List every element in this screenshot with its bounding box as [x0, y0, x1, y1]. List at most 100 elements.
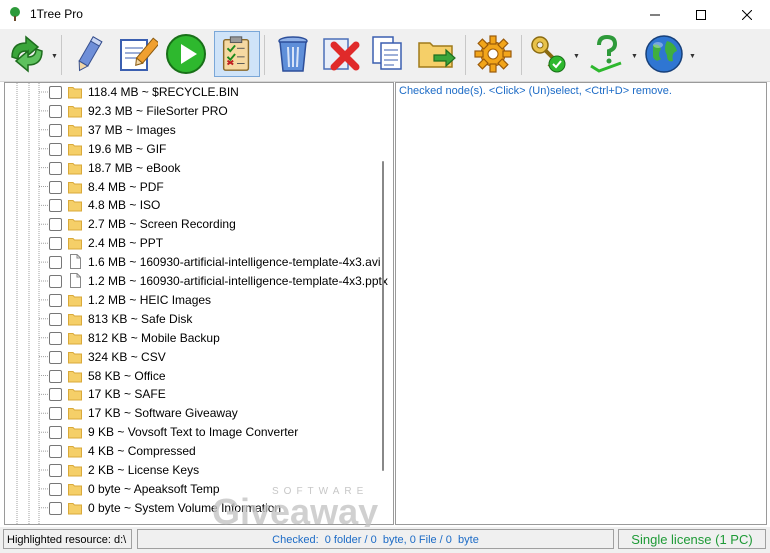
- tree-item-label: 58 KB ~ Office: [88, 368, 166, 383]
- tree-item-checkbox[interactable]: [49, 104, 62, 118]
- folder-tree[interactable]: 118.4 MB ~ $RECYCLE.BIN 92.3 MB ~ FileSor…: [4, 82, 394, 525]
- trash-button[interactable]: [270, 31, 316, 77]
- tree-item[interactable]: 2.7 MB ~ Screen Recording: [5, 215, 385, 234]
- tree-item-checkbox[interactable]: [49, 275, 62, 288]
- tree-item[interactable]: 4 KB ~ Compressed: [5, 442, 385, 461]
- giveaway-watermark-logo: SOFTWARE Giveaway: [212, 486, 378, 528]
- maximize-button[interactable]: [678, 0, 724, 29]
- tree-item-checkbox[interactable]: [49, 350, 62, 364]
- tree-item-label: 1.2 MB ~ HEIC Images: [88, 292, 212, 307]
- edit-button[interactable]: [114, 31, 160, 77]
- folder-icon: [68, 370, 82, 382]
- refresh-button[interactable]: [4, 31, 50, 77]
- folder-icon: [68, 332, 82, 345]
- tree-item-checkbox[interactable]: [49, 331, 62, 345]
- tree-item[interactable]: 17 KB ~ Software Giveaway: [5, 404, 385, 423]
- tree-item-label: 324 KB ~ CSV: [88, 349, 166, 364]
- folder-icon: [68, 389, 82, 401]
- move-folder-icon: [418, 42, 456, 68]
- refresh-dropdown-arrow[interactable]: ▼: [51, 53, 58, 60]
- tree-item[interactable]: 118.4 MB ~ $RECYCLE.BIN: [5, 83, 385, 102]
- help-dropdown-arrow[interactable]: ▼: [631, 53, 638, 60]
- tree-item[interactable]: 17 KB ~ SAFE: [5, 385, 385, 404]
- folder-icon: [68, 238, 82, 250]
- folder-icon: [68, 351, 82, 364]
- close-button[interactable]: [724, 0, 770, 29]
- tree-item[interactable]: 1.2 MB ~ 160930-artificial-intelligence-…: [5, 272, 388, 291]
- tree-item-checkbox[interactable]: [49, 199, 62, 213]
- tree-item[interactable]: 1.2 MB ~ HEIC Images: [5, 291, 385, 310]
- delete-x-icon: [323, 38, 360, 71]
- tree-item[interactable]: 4.8 MB ~ ISO: [5, 196, 385, 215]
- tree-scrollbar-thumb[interactable]: [382, 161, 384, 471]
- tree-item-label: 812 KB ~ Mobile Backup: [88, 330, 220, 345]
- tree-item[interactable]: 324 KB ~ CSV: [5, 348, 385, 367]
- tree-item-checkbox[interactable]: [49, 407, 62, 421]
- license-status[interactable]: Single license (1 PC): [618, 529, 766, 549]
- tree-item-checkbox[interactable]: [49, 312, 62, 326]
- checklist-button[interactable]: [214, 31, 260, 77]
- tree-item-checkbox[interactable]: [49, 180, 62, 194]
- help-button[interactable]: [583, 31, 629, 77]
- web-button[interactable]: [641, 31, 687, 77]
- license-dropdown-arrow[interactable]: ▼: [573, 53, 580, 60]
- tree-item-checkbox[interactable]: [49, 388, 62, 402]
- tree-item-checkbox[interactable]: [49, 86, 62, 99]
- tree-item-checkbox[interactable]: [49, 426, 62, 440]
- tree-item[interactable]: 8.4 MB ~ PDF: [5, 178, 385, 197]
- tree-item-label: 17 KB ~ Software Giveaway: [88, 406, 238, 421]
- settings-button[interactable]: [470, 31, 516, 77]
- tree-item-checkbox[interactable]: [49, 161, 62, 175]
- web-dropdown-arrow[interactable]: ▼: [689, 53, 696, 60]
- toolbar: ▼ ▼ ▼ ▼: [0, 29, 770, 82]
- tree-item-checkbox[interactable]: [49, 256, 62, 270]
- tree-item[interactable]: 18.7 MB ~ eBook: [5, 159, 385, 178]
- folder-icon: [68, 502, 82, 515]
- tree-item[interactable]: 9 KB ~ Vovsoft Text to Image Converter: [5, 423, 385, 442]
- tree-item-checkbox[interactable]: [49, 142, 62, 156]
- copy-icon: [372, 36, 402, 70]
- play-button[interactable]: [163, 31, 209, 77]
- tree-item-label: 1.6 MB ~ 160930-artificial-intelligence-…: [88, 255, 381, 270]
- globe-icon: [645, 35, 683, 73]
- tree-item-label: 37 MB ~ Images: [88, 122, 176, 137]
- tree-item[interactable]: 2.4 MB ~ PPT: [5, 234, 385, 253]
- tree-item-label: 19.6 MB ~ GIF: [88, 141, 167, 156]
- trash-can-icon: [278, 36, 308, 72]
- toolbar-separator: [521, 35, 522, 75]
- tree-item[interactable]: 2 KB ~ License Keys: [5, 461, 385, 480]
- tree-item[interactable]: 812 KB ~ Mobile Backup: [5, 329, 385, 348]
- tree-item[interactable]: 813 KB ~ Safe Disk: [5, 310, 385, 329]
- minimize-button[interactable]: [632, 0, 678, 29]
- tree-item-checkbox[interactable]: [49, 369, 62, 383]
- move-button[interactable]: [414, 31, 460, 77]
- recycle-arrows-icon: [11, 35, 43, 73]
- tree-item[interactable]: 19.6 MB ~ GIF: [5, 140, 385, 159]
- tree-item[interactable]: 37 MB ~ Images: [5, 121, 385, 140]
- folder-icon: [68, 483, 82, 496]
- tree-app-icon: [10, 7, 20, 21]
- tree-item-checkbox[interactable]: [49, 293, 62, 307]
- pencil-icon: [78, 36, 103, 72]
- tree-item-checkbox[interactable]: [49, 218, 62, 232]
- svg-text:Giveaway: Giveaway: [212, 491, 378, 528]
- tree-item-checkbox[interactable]: [49, 123, 62, 137]
- folder-icon: [68, 408, 82, 420]
- tree-item-checkbox[interactable]: [49, 464, 62, 477]
- copy-button[interactable]: [366, 31, 412, 77]
- tree-item-checkbox[interactable]: [49, 482, 62, 496]
- tree-item-checkbox[interactable]: [49, 237, 62, 251]
- license-button[interactable]: [525, 31, 571, 77]
- tree-item-checkbox[interactable]: [49, 445, 62, 459]
- tree-item-checkbox[interactable]: [49, 501, 62, 515]
- delete-button[interactable]: [318, 31, 364, 77]
- window-title: 1Tree Pro: [30, 7, 83, 21]
- tree-item-label: 17 KB ~ SAFE: [88, 387, 166, 402]
- folder-icon: [68, 294, 82, 307]
- folder-icon: [68, 313, 82, 326]
- tree-item[interactable]: 1.6 MB ~ 160930-artificial-intelligence-…: [5, 253, 385, 272]
- pen-button[interactable]: [66, 31, 112, 77]
- edit-document-icon: [120, 37, 158, 71]
- tree-item[interactable]: 58 KB ~ Office: [5, 367, 385, 386]
- tree-item[interactable]: 92.3 MB ~ FileSorter PRO: [5, 102, 385, 121]
